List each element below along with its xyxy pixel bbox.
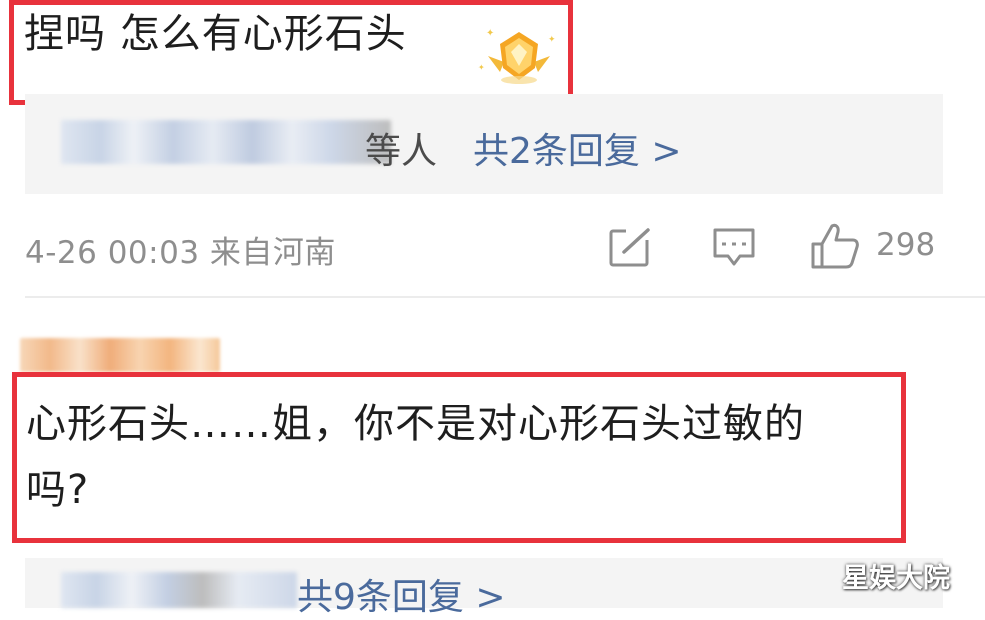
blurred-username [61, 120, 391, 164]
svg-text:✦: ✦ [478, 63, 485, 72]
view-replies-link-1[interactable]: 共2条回复 > [473, 122, 682, 174]
comment-1-time-location: 4-26 00:03 来自河南 [25, 235, 336, 271]
svg-text:✦: ✦ [548, 35, 556, 45]
blurred-username-2 [61, 572, 297, 608]
thumbs-up-icon[interactable] [810, 222, 860, 270]
comment-1-text: 捏吗 怎么有心形石头 [24, 11, 407, 57]
reply-suffix: 等人 [365, 131, 438, 172]
comment-2-line-2: 吗? [26, 467, 90, 513]
view-replies-link-2[interactable]: 共9条回复 > [297, 568, 506, 620]
comment-2-line-1: 心形石头……姐，你不是对心形石头过敏的 [26, 401, 805, 447]
divider [25, 296, 985, 298]
reply-panel-2[interactable]: 共9条回复 > [25, 558, 943, 618]
reply-panel-1[interactable]: 等人 共2条回复 > [25, 94, 943, 194]
comment-icon[interactable] [712, 226, 756, 268]
like-count: 298 [876, 227, 936, 263]
edit-icon[interactable] [608, 226, 654, 268]
svg-text:✦: ✦ [486, 28, 494, 39]
blurred-avatar-name [20, 338, 220, 372]
medal-badge-icon: ✦ ✦ ✦ [478, 22, 560, 88]
watermark: 星娱大院 [842, 563, 950, 594]
